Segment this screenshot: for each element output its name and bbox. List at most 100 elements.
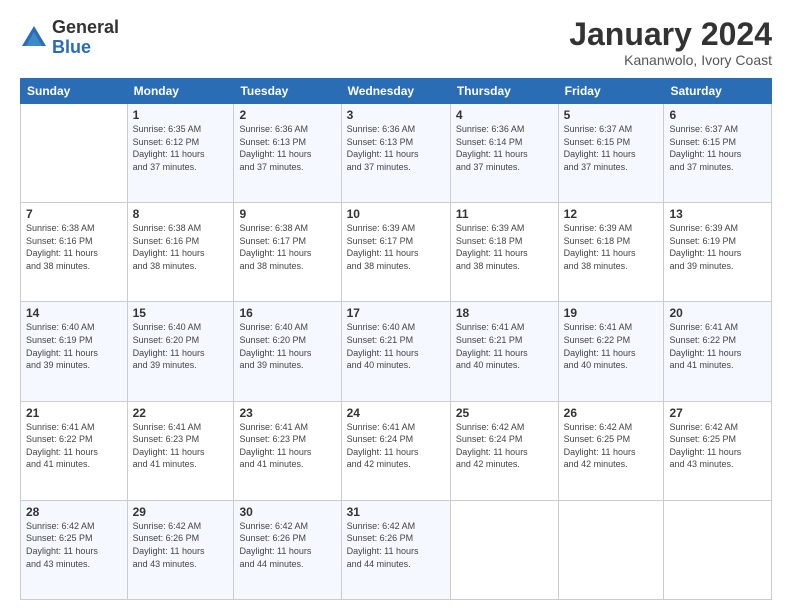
day-detail: Sunrise: 6:36 AMSunset: 6:13 PMDaylight:…	[239, 123, 335, 173]
calendar-cell: 18Sunrise: 6:41 AMSunset: 6:21 PMDayligh…	[450, 302, 558, 401]
calendar-cell: 22Sunrise: 6:41 AMSunset: 6:23 PMDayligh…	[127, 401, 234, 500]
day-number: 5	[564, 108, 659, 122]
day-header-friday: Friday	[558, 79, 664, 104]
day-header-tuesday: Tuesday	[234, 79, 341, 104]
calendar-cell: 1Sunrise: 6:35 AMSunset: 6:12 PMDaylight…	[127, 104, 234, 203]
day-detail: Sunrise: 6:40 AMSunset: 6:20 PMDaylight:…	[239, 321, 335, 371]
week-row-2: 7Sunrise: 6:38 AMSunset: 6:16 PMDaylight…	[21, 203, 772, 302]
day-number: 25	[456, 406, 553, 420]
logo-blue: Blue	[52, 38, 119, 58]
day-number: 4	[456, 108, 553, 122]
day-number: 13	[669, 207, 766, 221]
day-detail: Sunrise: 6:42 AMSunset: 6:25 PMDaylight:…	[669, 421, 766, 471]
day-detail: Sunrise: 6:41 AMSunset: 6:24 PMDaylight:…	[347, 421, 445, 471]
day-header-monday: Monday	[127, 79, 234, 104]
day-detail: Sunrise: 6:37 AMSunset: 6:15 PMDaylight:…	[564, 123, 659, 173]
calendar-cell: 23Sunrise: 6:41 AMSunset: 6:23 PMDayligh…	[234, 401, 341, 500]
day-number: 9	[239, 207, 335, 221]
day-detail: Sunrise: 6:42 AMSunset: 6:24 PMDaylight:…	[456, 421, 553, 471]
day-number: 31	[347, 505, 445, 519]
day-number: 20	[669, 306, 766, 320]
location: Kananwolo, Ivory Coast	[569, 52, 772, 68]
calendar-cell: 19Sunrise: 6:41 AMSunset: 6:22 PMDayligh…	[558, 302, 664, 401]
day-number: 24	[347, 406, 445, 420]
week-row-5: 28Sunrise: 6:42 AMSunset: 6:25 PMDayligh…	[21, 500, 772, 599]
day-detail: Sunrise: 6:42 AMSunset: 6:26 PMDaylight:…	[239, 520, 335, 570]
calendar-cell: 24Sunrise: 6:41 AMSunset: 6:24 PMDayligh…	[341, 401, 450, 500]
day-detail: Sunrise: 6:42 AMSunset: 6:26 PMDaylight:…	[133, 520, 229, 570]
day-detail: Sunrise: 6:39 AMSunset: 6:18 PMDaylight:…	[456, 222, 553, 272]
day-number: 2	[239, 108, 335, 122]
day-detail: Sunrise: 6:39 AMSunset: 6:17 PMDaylight:…	[347, 222, 445, 272]
day-number: 29	[133, 505, 229, 519]
calendar-cell: 6Sunrise: 6:37 AMSunset: 6:15 PMDaylight…	[664, 104, 772, 203]
day-detail: Sunrise: 6:39 AMSunset: 6:18 PMDaylight:…	[564, 222, 659, 272]
day-detail: Sunrise: 6:38 AMSunset: 6:17 PMDaylight:…	[239, 222, 335, 272]
calendar-cell	[450, 500, 558, 599]
calendar-cell: 29Sunrise: 6:42 AMSunset: 6:26 PMDayligh…	[127, 500, 234, 599]
calendar-cell: 4Sunrise: 6:36 AMSunset: 6:14 PMDaylight…	[450, 104, 558, 203]
page: General Blue January 2024 Kananwolo, Ivo…	[0, 0, 792, 612]
day-number: 12	[564, 207, 659, 221]
day-detail: Sunrise: 6:42 AMSunset: 6:25 PMDaylight:…	[564, 421, 659, 471]
day-number: 10	[347, 207, 445, 221]
day-detail: Sunrise: 6:40 AMSunset: 6:20 PMDaylight:…	[133, 321, 229, 371]
day-number: 21	[26, 406, 122, 420]
month-title: January 2024	[569, 18, 772, 50]
day-number: 15	[133, 306, 229, 320]
day-number: 17	[347, 306, 445, 320]
calendar-cell: 7Sunrise: 6:38 AMSunset: 6:16 PMDaylight…	[21, 203, 128, 302]
day-detail: Sunrise: 6:40 AMSunset: 6:19 PMDaylight:…	[26, 321, 122, 371]
calendar-cell: 25Sunrise: 6:42 AMSunset: 6:24 PMDayligh…	[450, 401, 558, 500]
calendar-cell: 8Sunrise: 6:38 AMSunset: 6:16 PMDaylight…	[127, 203, 234, 302]
calendar-cell: 30Sunrise: 6:42 AMSunset: 6:26 PMDayligh…	[234, 500, 341, 599]
calendar-cell: 31Sunrise: 6:42 AMSunset: 6:26 PMDayligh…	[341, 500, 450, 599]
day-number: 26	[564, 406, 659, 420]
calendar-cell: 20Sunrise: 6:41 AMSunset: 6:22 PMDayligh…	[664, 302, 772, 401]
calendar-cell	[664, 500, 772, 599]
day-number: 3	[347, 108, 445, 122]
day-number: 23	[239, 406, 335, 420]
day-header-thursday: Thursday	[450, 79, 558, 104]
calendar-cell: 27Sunrise: 6:42 AMSunset: 6:25 PMDayligh…	[664, 401, 772, 500]
logo-text: General Blue	[52, 18, 119, 58]
day-detail: Sunrise: 6:36 AMSunset: 6:14 PMDaylight:…	[456, 123, 553, 173]
calendar-table: SundayMondayTuesdayWednesdayThursdayFrid…	[20, 78, 772, 600]
day-number: 6	[669, 108, 766, 122]
day-detail: Sunrise: 6:39 AMSunset: 6:19 PMDaylight:…	[669, 222, 766, 272]
day-detail: Sunrise: 6:40 AMSunset: 6:21 PMDaylight:…	[347, 321, 445, 371]
calendar-cell: 11Sunrise: 6:39 AMSunset: 6:18 PMDayligh…	[450, 203, 558, 302]
logo-icon	[20, 24, 48, 52]
day-detail: Sunrise: 6:41 AMSunset: 6:23 PMDaylight:…	[239, 421, 335, 471]
day-number: 30	[239, 505, 335, 519]
day-detail: Sunrise: 6:41 AMSunset: 6:22 PMDaylight:…	[669, 321, 766, 371]
day-detail: Sunrise: 6:41 AMSunset: 6:22 PMDaylight:…	[564, 321, 659, 371]
calendar-cell: 15Sunrise: 6:40 AMSunset: 6:20 PMDayligh…	[127, 302, 234, 401]
day-detail: Sunrise: 6:42 AMSunset: 6:26 PMDaylight:…	[347, 520, 445, 570]
day-header-wednesday: Wednesday	[341, 79, 450, 104]
header: General Blue January 2024 Kananwolo, Ivo…	[20, 18, 772, 68]
header-row: SundayMondayTuesdayWednesdayThursdayFrid…	[21, 79, 772, 104]
day-detail: Sunrise: 6:41 AMSunset: 6:21 PMDaylight:…	[456, 321, 553, 371]
day-detail: Sunrise: 6:37 AMSunset: 6:15 PMDaylight:…	[669, 123, 766, 173]
day-detail: Sunrise: 6:38 AMSunset: 6:16 PMDaylight:…	[133, 222, 229, 272]
calendar-cell: 21Sunrise: 6:41 AMSunset: 6:22 PMDayligh…	[21, 401, 128, 500]
calendar-cell	[21, 104, 128, 203]
day-number: 22	[133, 406, 229, 420]
calendar-cell: 14Sunrise: 6:40 AMSunset: 6:19 PMDayligh…	[21, 302, 128, 401]
day-detail: Sunrise: 6:36 AMSunset: 6:13 PMDaylight:…	[347, 123, 445, 173]
day-number: 19	[564, 306, 659, 320]
calendar-cell: 28Sunrise: 6:42 AMSunset: 6:25 PMDayligh…	[21, 500, 128, 599]
day-detail: Sunrise: 6:38 AMSunset: 6:16 PMDaylight:…	[26, 222, 122, 272]
day-number: 16	[239, 306, 335, 320]
day-detail: Sunrise: 6:35 AMSunset: 6:12 PMDaylight:…	[133, 123, 229, 173]
day-number: 28	[26, 505, 122, 519]
day-number: 8	[133, 207, 229, 221]
day-number: 7	[26, 207, 122, 221]
day-detail: Sunrise: 6:41 AMSunset: 6:23 PMDaylight:…	[133, 421, 229, 471]
calendar-cell: 10Sunrise: 6:39 AMSunset: 6:17 PMDayligh…	[341, 203, 450, 302]
calendar-cell: 17Sunrise: 6:40 AMSunset: 6:21 PMDayligh…	[341, 302, 450, 401]
calendar-cell: 13Sunrise: 6:39 AMSunset: 6:19 PMDayligh…	[664, 203, 772, 302]
week-row-4: 21Sunrise: 6:41 AMSunset: 6:22 PMDayligh…	[21, 401, 772, 500]
day-number: 27	[669, 406, 766, 420]
